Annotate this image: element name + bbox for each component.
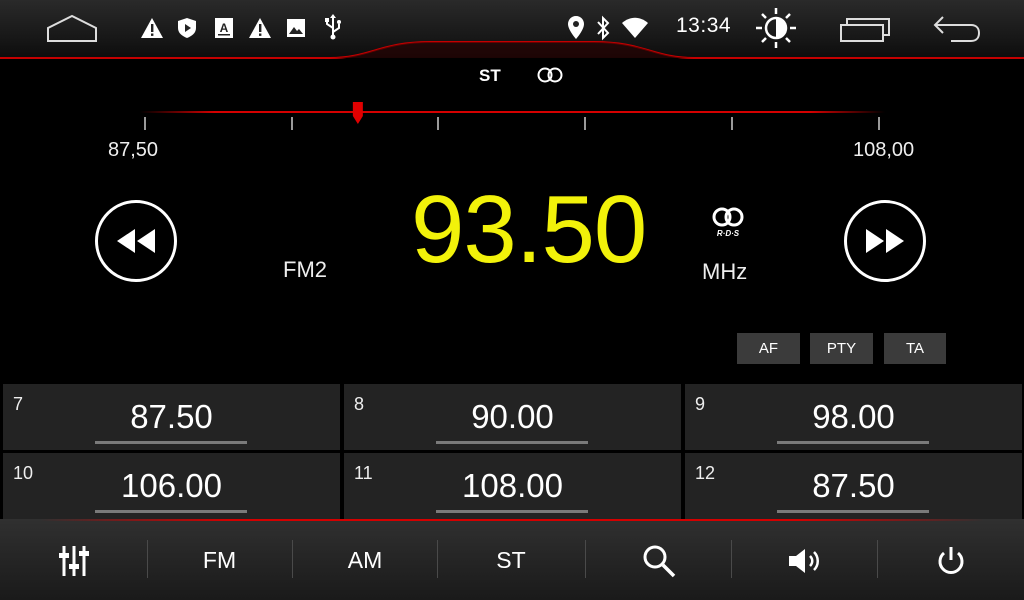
- preset-underline: [436, 510, 588, 513]
- location-pin-icon: [566, 14, 586, 42]
- preset-underline: [777, 441, 929, 444]
- bottom-toolbar-red-line: [40, 519, 984, 521]
- frequency-unit: MHz: [702, 259, 748, 284]
- equalizer-button[interactable]: [2, 523, 146, 598]
- preset-7[interactable]: 7 87.50: [3, 384, 340, 450]
- font-a-icon: A: [212, 16, 236, 40]
- preset-9[interactable]: 9 98.00: [685, 384, 1022, 450]
- ta-button[interactable]: TA: [884, 333, 946, 364]
- bluetooth-icon: [593, 14, 613, 42]
- seek-backward-button[interactable]: [95, 200, 177, 282]
- rewind-icon: [117, 229, 155, 253]
- wifi-icon: [620, 16, 650, 40]
- equalizer-icon: [59, 545, 89, 576]
- stereo-button[interactable]: ST: [438, 523, 584, 598]
- rds-logo: R·D·S: [711, 207, 745, 244]
- back-icon[interactable]: [930, 14, 982, 44]
- current-frequency: 93.50: [411, 176, 647, 283]
- fm-button[interactable]: FM: [148, 523, 291, 598]
- stereo-rings-icon: [537, 67, 563, 88]
- search-icon: [643, 545, 675, 577]
- scale-max-label: 108,00: [853, 139, 915, 161]
- stereo-indicator: ST: [479, 66, 501, 85]
- preset-underline: [95, 510, 247, 513]
- fast-forward-icon: [866, 229, 904, 253]
- preset-frequency: 87.50: [812, 467, 895, 504]
- warning-icon: [139, 16, 165, 40]
- preset-frequency: 98.00: [812, 398, 895, 435]
- usb-icon: [322, 14, 344, 40]
- brightness-icon[interactable]: [754, 6, 798, 50]
- rds-text: R·D·S: [717, 229, 740, 238]
- preset-8[interactable]: 8 90.00: [344, 384, 681, 450]
- home-icon[interactable]: [46, 14, 98, 42]
- am-button[interactable]: AM: [293, 523, 437, 598]
- preset-frequency: 90.00: [471, 398, 554, 435]
- preset-10[interactable]: 10 106.00: [3, 453, 340, 519]
- band-label: FM2: [283, 257, 327, 282]
- shield-play-icon: [175, 16, 199, 40]
- volume-button[interactable]: [732, 523, 877, 598]
- warning-icon: [247, 16, 273, 40]
- volume-icon: [788, 548, 819, 573]
- preset-frequency: 106.00: [121, 467, 222, 504]
- image-icon: [285, 17, 307, 39]
- preset-12[interactable]: 12 87.50: [685, 453, 1022, 519]
- clock: 13:34: [676, 14, 732, 37]
- scale-ticks: [144, 117, 880, 130]
- preset-underline: [95, 441, 247, 444]
- preset-underline: [777, 510, 929, 513]
- scale-line: [140, 111, 885, 113]
- svg-text:A: A: [220, 21, 229, 35]
- preset-frequency: 87.50: [130, 398, 213, 435]
- pty-button[interactable]: PTY: [810, 333, 873, 364]
- frequency-scale[interactable]: [140, 102, 885, 134]
- power-icon: [938, 546, 964, 574]
- seek-forward-button[interactable]: [844, 200, 926, 282]
- scale-min-label: 87,50: [108, 139, 159, 161]
- af-button[interactable]: AF: [737, 333, 800, 364]
- tuning-marker[interactable]: [352, 102, 363, 124]
- preset-11[interactable]: 11 108.00: [344, 453, 681, 519]
- preset-frequency: 108.00: [462, 467, 563, 504]
- search-button[interactable]: [586, 523, 731, 598]
- preset-underline: [436, 441, 588, 444]
- recent-apps-icon[interactable]: [838, 14, 892, 44]
- power-button[interactable]: [878, 523, 1024, 598]
